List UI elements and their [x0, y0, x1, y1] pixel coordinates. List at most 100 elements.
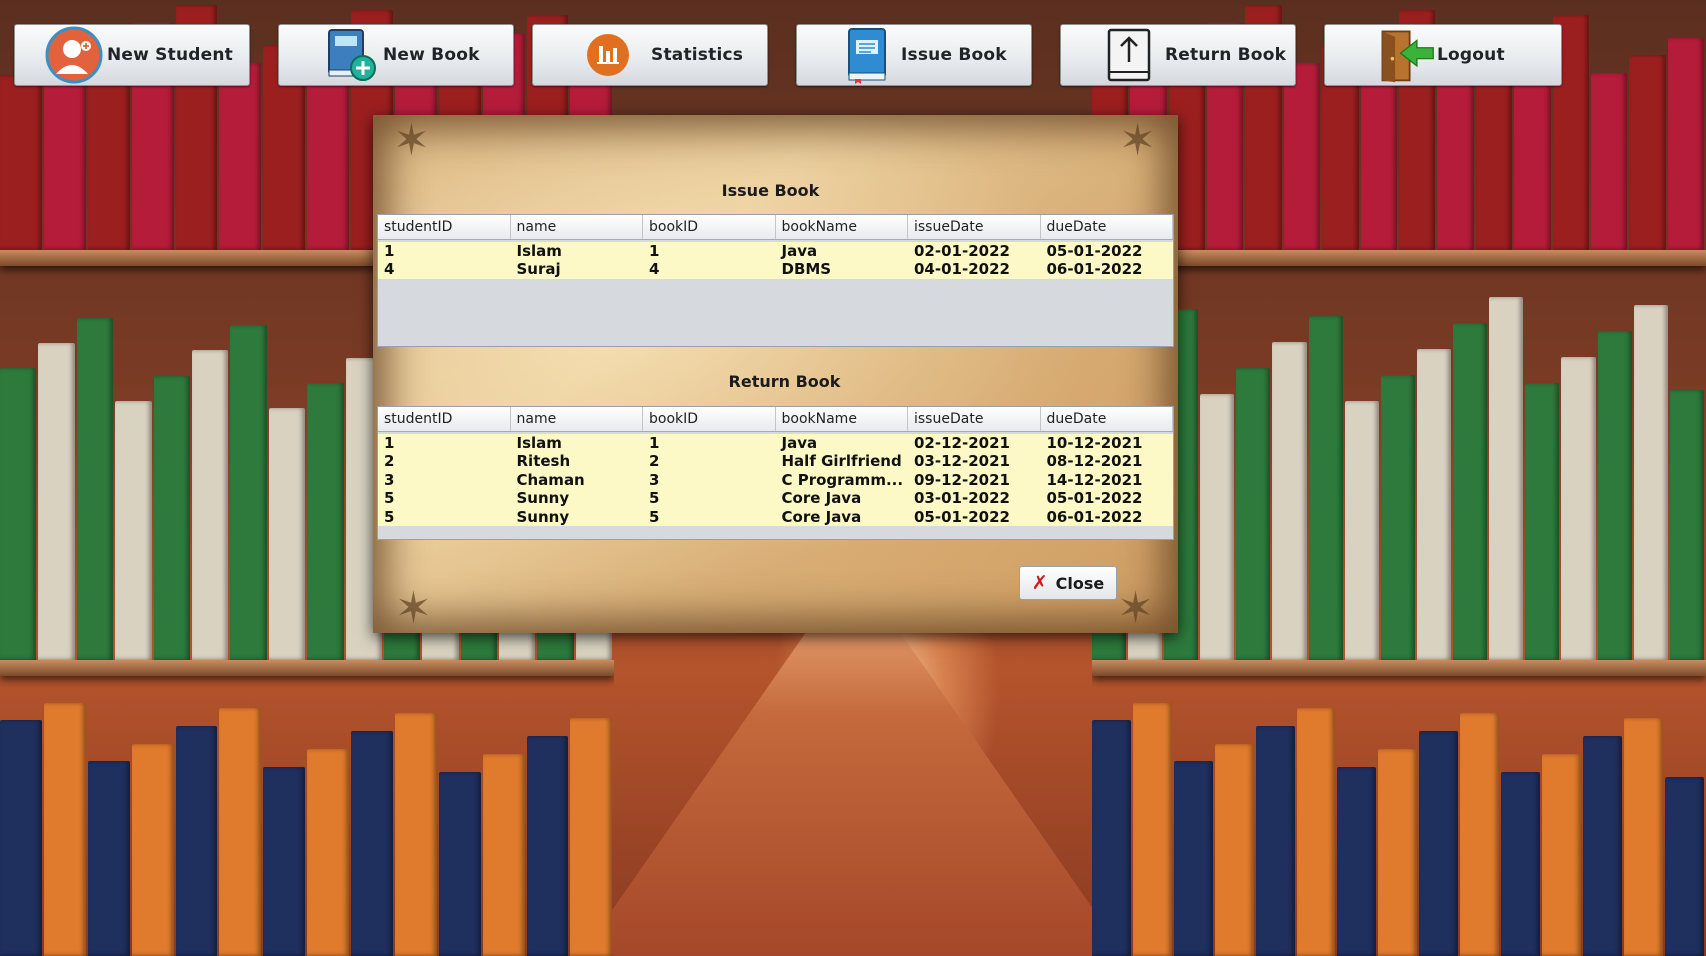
table-cell: Java	[781, 242, 818, 260]
table-row[interactable]: 5 Sunny 5 Core Java 05-01-2022 06-01-2022	[378, 507, 1173, 526]
table-cell: Islam	[516, 242, 562, 260]
book-spine	[131, 743, 174, 956]
column-header-studentid[interactable]: studentID	[378, 407, 511, 431]
book-spine	[1597, 330, 1632, 660]
table-cell: 06-01-2022	[1046, 260, 1143, 279]
book-spine	[482, 753, 525, 956]
book-spine	[1255, 725, 1295, 956]
book-spine	[1542, 753, 1582, 956]
column-header-issuedate[interactable]: issueDate	[908, 215, 1041, 239]
book-spine	[1501, 771, 1541, 956]
column-header-bookname[interactable]: bookName	[776, 407, 908, 431]
statistics-button[interactable]: Statistics	[532, 24, 768, 86]
column-header-bookid[interactable]: bookID	[643, 215, 776, 239]
return-book-table[interactable]: studentID name bookID bookName issueDate…	[377, 406, 1174, 540]
table-row[interactable]: 5 Sunny 5 Core Java 03-01-2022 05-01-2022	[378, 489, 1173, 508]
table-cell: 2	[384, 452, 395, 471]
close-icon: ✗	[1031, 572, 1048, 594]
logout-icon	[1377, 26, 1435, 84]
table-cell: 5	[649, 489, 660, 508]
statistics-icon	[579, 26, 637, 84]
shelf-plank	[1091, 250, 1706, 266]
star-ornament-icon: ✶	[1119, 115, 1156, 166]
return-table-body: 1 Islam 1 Java 02-12-2021 10-12-2021 2 Ritesh 2 H…	[378, 434, 1173, 526]
book-spine	[38, 343, 75, 660]
table-cell: Sunny	[516, 489, 570, 508]
book-spine	[526, 735, 569, 956]
table-cell: 05-01-2022	[914, 507, 1010, 526]
book-spine	[307, 382, 344, 660]
column-header-duedate[interactable]: dueDate	[1041, 215, 1173, 239]
book-spine	[76, 318, 114, 660]
return-table-header: studentID name bookID bookName issueDate…	[378, 407, 1173, 432]
book-spine	[438, 771, 481, 956]
table-cell: 1	[384, 434, 395, 452]
table-row[interactable]: 2 Ritesh 2 Half Girlfriend 03-12-2021 08-12-2…	[378, 452, 1173, 471]
new-book-button[interactable]: New Book	[278, 24, 514, 86]
close-button[interactable]: ✗ Close	[1019, 566, 1117, 600]
table-cell: 1	[649, 434, 660, 452]
book-spine	[1669, 389, 1704, 660]
book-row	[1091, 290, 1706, 660]
book-spine	[1460, 712, 1500, 956]
table-cell: 06-01-2022	[1046, 507, 1143, 526]
book-spine	[1437, 67, 1474, 250]
book-spine	[0, 368, 37, 660]
column-header-studentid[interactable]: studentID	[378, 215, 511, 239]
table-row[interactable]: 1 Islam 1 Java 02-12-2021 10-12-2021	[378, 434, 1173, 453]
book-spine	[1489, 297, 1524, 660]
book-spine	[219, 62, 262, 250]
table-cell: Chaman	[516, 470, 585, 489]
column-header-name[interactable]: name	[511, 215, 643, 239]
shelf-plank	[0, 660, 615, 676]
table-cell: 03-12-2021	[914, 452, 1010, 471]
return-book-label: Return Book	[1165, 45, 1287, 65]
column-header-duedate[interactable]: dueDate	[1041, 407, 1173, 431]
table-row[interactable]: 3 Chaman 3 C Programm... 09-12-2021 14-12-202…	[378, 470, 1173, 490]
table-cell: 1	[649, 242, 660, 260]
issue-book-table[interactable]: studentID name bookID bookName issueDate…	[377, 214, 1174, 347]
column-header-name[interactable]: name	[511, 407, 643, 431]
book-spine	[1561, 356, 1596, 660]
book-spine	[230, 325, 267, 660]
book-spine	[1344, 401, 1379, 660]
table-cell: 3	[649, 470, 660, 489]
new-student-button[interactable]: New Student	[14, 24, 250, 86]
issue-return-panel: ✶ ✶ ✶ ✶ Issue Book studentID name bookID…	[373, 115, 1178, 633]
logout-button[interactable]: Logout	[1324, 24, 1562, 86]
column-header-issuedate[interactable]: issueDate	[908, 407, 1041, 431]
book-spine	[87, 761, 130, 956]
book-spine	[175, 725, 218, 956]
issue-book-button[interactable]: Issue Book	[796, 24, 1032, 86]
close-label: Close	[1055, 573, 1105, 593]
column-header-bookname[interactable]: bookName	[776, 215, 908, 239]
book-spine	[394, 712, 437, 956]
return-book-button[interactable]: Return Book	[1060, 24, 1296, 86]
column-header-bookid[interactable]: bookID	[643, 407, 776, 431]
book-spine	[1296, 707, 1336, 956]
return-book-title: Return Book	[728, 372, 841, 391]
book-row	[1091, 700, 1706, 956]
main-toolbar: New Student New Book Statistics Issue Bo…	[14, 24, 1694, 86]
book-spine	[153, 375, 190, 660]
book-spine	[1214, 743, 1254, 956]
book-spine	[1337, 766, 1377, 956]
book-spine	[1378, 748, 1418, 956]
book-spine	[1132, 702, 1172, 956]
table-cell: 1	[384, 242, 395, 260]
book-row	[0, 700, 614, 956]
new-student-label: New Student	[107, 45, 233, 65]
issue-book-icon	[839, 26, 897, 84]
logout-label: Logout	[1437, 45, 1505, 65]
star-ornament-icon: ✶	[1117, 583, 1154, 634]
table-cell: 03-01-2022	[914, 489, 1010, 508]
table-row[interactable]: 4 Suraj 4 DBMS 04-01-2022 06-01-2022	[378, 260, 1173, 279]
table-cell: 5	[384, 507, 395, 526]
book-spine	[1419, 730, 1459, 956]
table-cell: 2	[649, 452, 660, 471]
table-row[interactable]: 1 Islam 1 Java 02-01-2022 05-01-2022	[378, 242, 1173, 261]
book-spine	[1664, 776, 1704, 956]
table-cell: 08-12-2021	[1046, 452, 1143, 471]
book-spine	[1236, 367, 1271, 660]
table-cell: Core Java	[781, 507, 862, 526]
